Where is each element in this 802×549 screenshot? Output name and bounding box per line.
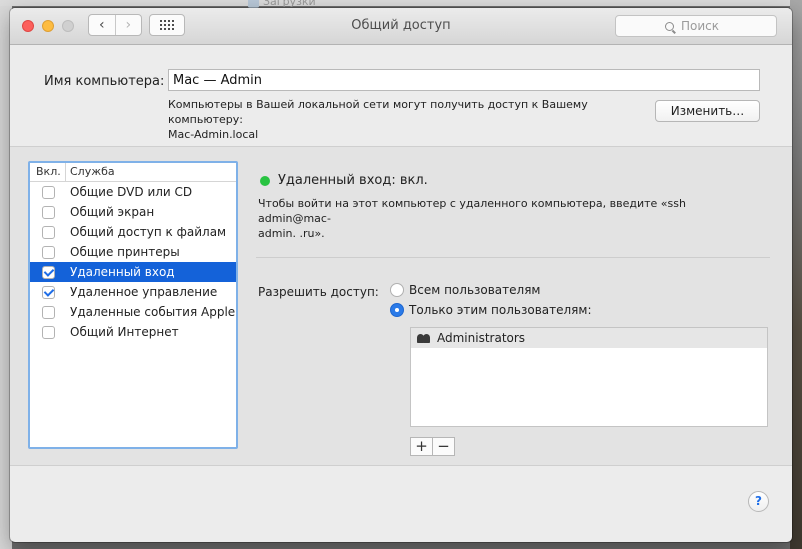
- computer-name-input[interactable]: [168, 69, 760, 91]
- user-row[interactable]: Administrators: [411, 328, 767, 348]
- back-button[interactable]: ‹: [89, 15, 115, 35]
- allow-access-label: Разрешить доступ:: [258, 285, 379, 299]
- service-checkbox-cell: [30, 325, 66, 339]
- service-checkbox-cell: [30, 185, 66, 199]
- background-strip: [0, 0, 802, 6]
- downloads-folder-icon: [248, 0, 259, 8]
- nav-back-forward: ‹ ›: [88, 14, 142, 36]
- service-row[interactable]: Общие принтеры: [30, 242, 236, 262]
- service-checkbox-cell: [30, 205, 66, 219]
- column-on[interactable]: Вкл.: [30, 163, 66, 181]
- service-label: Общий Интернет: [70, 325, 179, 339]
- user-rows: Administrators: [411, 328, 767, 348]
- computer-name-label: Имя компьютера:: [44, 74, 165, 89]
- service-label: Удаленный вход: [70, 265, 175, 279]
- service-checkbox-cell: [30, 265, 66, 279]
- service-row[interactable]: Общие DVD или CD: [30, 182, 236, 202]
- local-hostname: Mac-Admin.local: [168, 128, 259, 141]
- change-hostname-button[interactable]: Изменить…: [655, 100, 760, 122]
- allowed-users-list[interactable]: Administrators: [410, 327, 768, 427]
- service-checkbox-cell: [30, 285, 66, 299]
- column-service[interactable]: Служба: [66, 163, 115, 181]
- service-checkbox[interactable]: [41, 245, 55, 259]
- service-pane: Вкл. Служба Общие DVD или CD Общий экран О…: [10, 146, 792, 466]
- service-checkbox[interactable]: [41, 305, 55, 319]
- service-checkbox[interactable]: [41, 225, 55, 239]
- status-indicator: [260, 176, 270, 186]
- service-row[interactable]: Общий экран: [30, 202, 236, 222]
- radio-all-users-button[interactable]: [390, 283, 404, 297]
- service-label: Удаленные события Apple: [70, 305, 236, 319]
- add-user-button[interactable]: +: [410, 437, 433, 456]
- service-row[interactable]: Общий Интернет: [30, 322, 236, 342]
- radio-only-users[interactable]: Только этим пользователям:: [390, 303, 592, 317]
- service-checkbox[interactable]: [41, 185, 55, 199]
- search-icon: [665, 21, 674, 31]
- remove-user-button[interactable]: −: [432, 437, 455, 456]
- service-row[interactable]: Общий доступ к файлам: [30, 222, 236, 242]
- minimize-button[interactable]: [42, 20, 54, 32]
- search-field[interactable]: [615, 15, 777, 37]
- service-checkbox-cell: [30, 225, 66, 239]
- service-checkbox[interactable]: [41, 205, 55, 219]
- radio-all-users-label[interactable]: Всем пользователям: [409, 283, 540, 297]
- service-label: Общие принтеры: [70, 245, 180, 259]
- service-label: Общий экран: [70, 205, 155, 219]
- service-label: Общий доступ к файлам: [70, 225, 227, 239]
- help-button[interactable]: ?: [748, 491, 769, 512]
- computer-name-note-line1: Компьютеры в Вашей локальной сети могут …: [168, 98, 588, 126]
- service-list[interactable]: Вкл. Служба Общие DVD или CD Общий экран О…: [28, 161, 238, 449]
- title-bar: ‹ › Общий доступ: [10, 8, 792, 45]
- radio-only-users-button[interactable]: [390, 303, 404, 317]
- service-list-header: Вкл. Служба: [30, 163, 236, 182]
- user-name: Administrators: [437, 331, 526, 345]
- radio-all-users[interactable]: Всем пользователям: [390, 283, 540, 297]
- close-button[interactable]: [22, 20, 34, 32]
- service-row[interactable]: Удаленное управление: [30, 282, 236, 302]
- search-input[interactable]: [679, 18, 727, 34]
- service-label: Удаленное управление: [70, 285, 218, 299]
- divider: [256, 257, 770, 258]
- service-checkbox[interactable]: [41, 325, 55, 339]
- status-text: Удаленный вход: вкл.: [278, 173, 428, 188]
- ssh-instructions-line2: admin. .ru».: [258, 227, 325, 240]
- service-label: Общие DVD или CD: [70, 185, 193, 199]
- computer-name-note: Компьютеры в Вашей локальной сети могут …: [168, 97, 648, 142]
- service-checkbox-cell: [30, 245, 66, 259]
- forward-button[interactable]: ›: [114, 15, 142, 35]
- service-rows: Общие DVD или CD Общий экран Общий доступ …: [30, 182, 236, 342]
- downloads-label: Загрузки: [263, 0, 316, 8]
- service-checkbox-cell: [30, 305, 66, 319]
- service-row[interactable]: Удаленный вход: [30, 262, 236, 282]
- grid-icon: [160, 20, 174, 30]
- service-row[interactable]: Удаленные события Apple: [30, 302, 236, 322]
- group-icon: [417, 333, 431, 343]
- zoom-button[interactable]: [62, 20, 74, 32]
- radio-only-users-label[interactable]: Только этим пользователям:: [409, 303, 592, 317]
- service-checkbox[interactable]: [41, 285, 55, 299]
- service-checkbox[interactable]: [41, 265, 55, 279]
- ssh-instructions: Чтобы войти на этот компьютер с удаленно…: [258, 196, 758, 241]
- sharing-window: ‹ › Общий доступ Имя компьютера: Компьют…: [10, 8, 792, 542]
- ssh-instructions-line1: Чтобы войти на этот компьютер с удаленно…: [258, 197, 686, 225]
- show-all-button[interactable]: [149, 14, 185, 36]
- background-downloads-label: Загрузки: [248, 0, 316, 8]
